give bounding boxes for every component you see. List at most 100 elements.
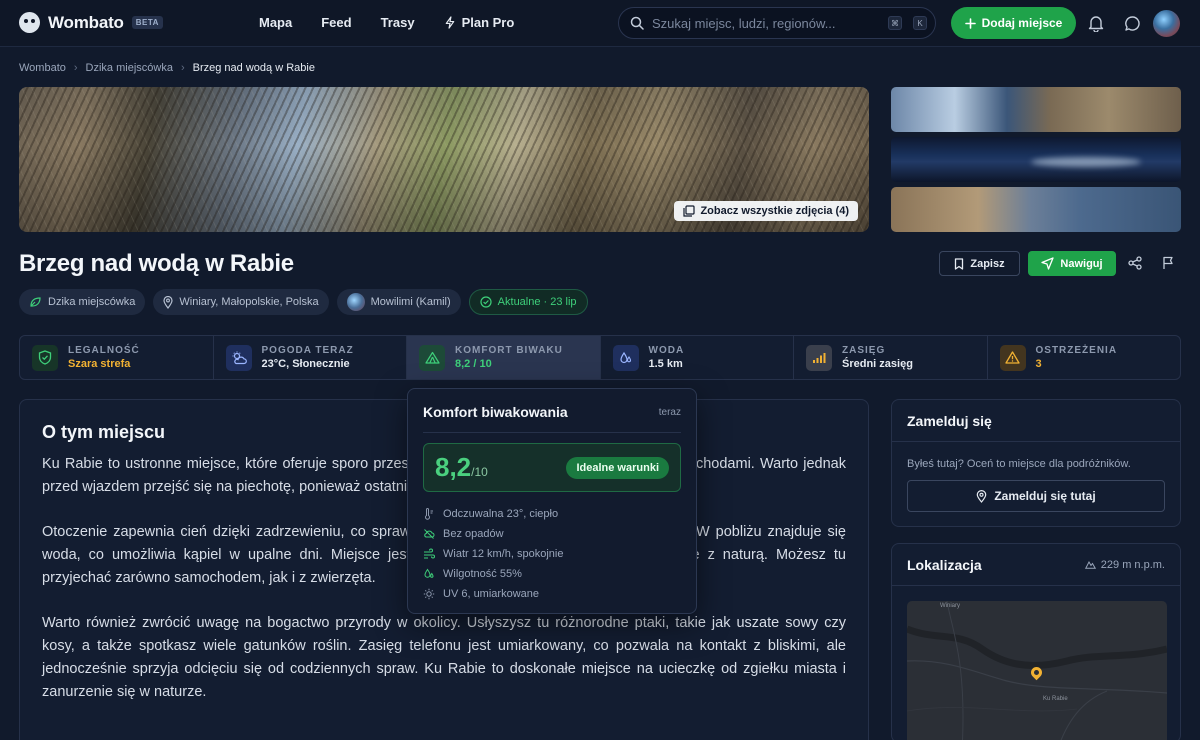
condition-text: Odczuwalna 23°, ciepło (443, 508, 559, 520)
notifications-button[interactable] (1086, 13, 1106, 33)
share-icon (1128, 256, 1142, 270)
gallery-icon (683, 205, 696, 217)
chevron-right-icon: › (180, 62, 185, 74)
stat-weather[interactable]: POGODA TERAZ 23°C, Słonecznie (214, 336, 407, 379)
search-input[interactable] (652, 15, 877, 31)
wombat-logo-icon (19, 12, 40, 33)
brand-logo[interactable]: Wombato BETA (19, 12, 163, 33)
location-map[interactable]: Winiary Ku Rabie (907, 601, 1167, 740)
page-title: Brzeg nad wodą w Rabie (19, 250, 294, 277)
popover-time: teraz (658, 406, 681, 418)
stat-weather-label: POGODA TERAZ (261, 345, 354, 356)
stat-water[interactable]: WODA 1.5 km (601, 336, 794, 379)
wind-icon (424, 548, 435, 559)
breadcrumb: Wombato › Dzika miejscówka › Brzeg nad w… (19, 62, 315, 74)
stat-signal[interactable]: ZASIĘG Średni zasięg (794, 336, 988, 379)
stat-legality-value: Szara strefa (68, 358, 131, 370)
add-place-button[interactable]: Dodaj miejsce (951, 7, 1076, 39)
elevation-value: 229 m n.p.m. (1100, 558, 1165, 571)
stat-signal-value: Średni zasięg (842, 358, 913, 370)
stat-water-value: 1.5 km (648, 358, 683, 370)
map-pin-icon (163, 295, 174, 309)
breadcrumb-category[interactable]: Dzika miejscówka (86, 62, 173, 74)
chat-bubble-icon (1124, 15, 1140, 31)
user-avatar[interactable] (1153, 10, 1180, 37)
photo-thumbnail-2[interactable] (891, 137, 1181, 182)
location-pin-icon (977, 489, 987, 503)
condition-item: Wiatr 12 km/h, spokojnie (423, 544, 681, 564)
sun-cloud-icon (225, 344, 252, 371)
plus-icon (964, 17, 976, 29)
nav-link-trasy[interactable]: Trasy (381, 15, 415, 30)
top-navbar: Wombato BETA Mapa Feed Trasy Plan Pro ⌘ … (0, 0, 1200, 47)
navigation-arrow-icon (1041, 257, 1055, 270)
stat-legality-label: LEGALNOŚĆ (68, 345, 140, 356)
condition-text: UV 6, umiarkowane (443, 588, 539, 600)
stat-camp-comfort-value: 8,2 / 10 (455, 358, 492, 370)
elevation-info: 229 m n.p.m. (1084, 558, 1165, 571)
share-button[interactable] (1126, 254, 1144, 272)
mountain-icon (1084, 560, 1096, 569)
shortcut-key-cmd: ⌘ (888, 16, 902, 30)
place-chips: Dzika miejscówka Winiary, Małopolskie, P… (19, 289, 588, 315)
humidity-icon (424, 568, 434, 578)
location-chip[interactable]: Winiary, Małopolskie, Polska (153, 289, 329, 315)
navigate-button[interactable]: Nawiguj (1028, 251, 1116, 276)
search-bar: ⌘ K (618, 7, 936, 39)
stat-camp-comfort[interactable]: KOMFORT BIWAKU 8,2 / 10 (407, 336, 601, 379)
ideal-conditions-badge: Idealne warunki (566, 456, 669, 479)
leaf-icon (30, 297, 41, 307)
map-label-winiary: Winiary (940, 603, 961, 609)
nav-link-plan-pro[interactable]: Plan Pro (444, 15, 515, 30)
chevron-right-icon: › (73, 62, 78, 74)
stats-bar: LEGALNOŚĆ Szara strefa POGODA TERAZ 23°C… (19, 335, 1181, 380)
tent-icon (419, 344, 445, 371)
checkin-question: Byłeś tutaj? Oceń to miejsce dla podróżn… (907, 458, 1131, 470)
condition-text: Wiatr 12 km/h, spokojnie (443, 548, 564, 560)
hero-photo[interactable]: Zobacz wszystkie zdjęcia (4) (19, 87, 869, 232)
nav-link-plan-pro-label: Plan Pro (461, 15, 515, 30)
comfort-score-value: 8,2 (435, 452, 472, 482)
lightning-icon (445, 16, 454, 29)
checkin-title: Zamelduj się (907, 412, 992, 429)
search-icon (630, 16, 644, 30)
nav-link-feed[interactable]: Feed (321, 15, 351, 30)
camp-comfort-popover: Komfort biwakowania teraz 8,2/10 Idealne… (407, 388, 697, 614)
condition-item: Bez opadów (423, 524, 681, 544)
signal-bars-icon (806, 344, 832, 371)
nav-link-mapa[interactable]: Mapa (259, 15, 292, 30)
checkin-button[interactable]: Zamelduj się tutaj (907, 480, 1165, 512)
stat-warnings-value: 3 (1035, 358, 1042, 370)
stat-signal-label: ZASIĘG (842, 345, 886, 356)
category-chip-label: Dzika miejscówka (48, 296, 136, 308)
water-drop-icon (612, 344, 639, 371)
shortcut-key-k: K (913, 16, 927, 30)
status-badge: Aktualne · 23 lip (468, 289, 588, 315)
brand-name: Wombato (48, 12, 124, 32)
report-button[interactable] (1159, 254, 1177, 272)
no-rain-icon (424, 529, 435, 539)
stat-camp-comfort-label: KOMFORT BIWAKU (455, 345, 563, 356)
location-chip-label: Winiary, Małopolskie, Polska (179, 296, 319, 308)
condition-item: UV 6, umiarkowane (423, 584, 681, 604)
see-all-photos-button[interactable]: Zobacz wszystkie zdjęcia (4) (674, 201, 858, 221)
author-chip[interactable]: Mowilimi (Kamil) (336, 289, 461, 315)
comfort-score-max: /10 (471, 465, 488, 479)
see-all-photos-label: Zobacz wszystkie zdjęcia (4) (700, 205, 849, 217)
condition-text: Wilgotność 55% (443, 568, 522, 580)
map-label-ku-rabie: Ku Rabie (1043, 696, 1068, 702)
stat-warnings[interactable]: OSTRZEŻENIA 3 (988, 336, 1181, 379)
photo-thumbnail-1[interactable] (891, 87, 1181, 132)
comfort-score: 8,2/10 (435, 452, 488, 483)
navigate-button-label: Nawiguj (1060, 257, 1103, 270)
main-nav: Mapa Feed Trasy Plan Pro (259, 15, 543, 30)
condition-text: Bez opadów (443, 528, 504, 540)
save-button[interactable]: Zapisz (939, 251, 1020, 276)
thermometer-icon (425, 508, 433, 520)
category-chip[interactable]: Dzika miejscówka (19, 289, 146, 315)
popover-title: Komfort biwakowania (423, 404, 568, 420)
stat-legality[interactable]: LEGALNOŚĆ Szara strefa (20, 336, 214, 379)
breadcrumb-home[interactable]: Wombato (19, 62, 66, 74)
photo-thumbnail-3[interactable] (891, 187, 1181, 232)
messages-button[interactable] (1122, 13, 1142, 33)
